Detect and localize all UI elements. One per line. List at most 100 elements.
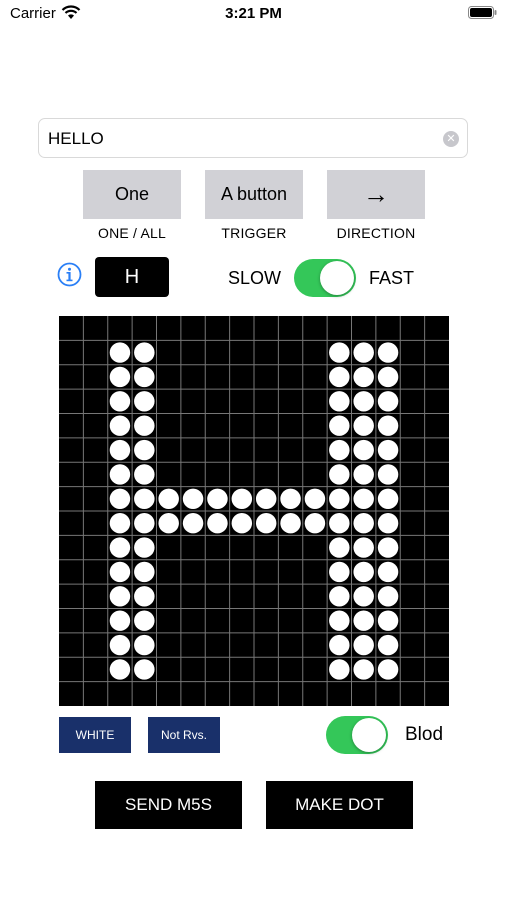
matrix-dot[interactable] xyxy=(134,512,155,534)
matrix-dot[interactable] xyxy=(377,488,399,510)
matrix-dot[interactable] xyxy=(353,512,374,534)
matrix-dot[interactable] xyxy=(207,488,228,510)
matrix-dot[interactable] xyxy=(109,610,131,631)
matrix-dot[interactable] xyxy=(231,488,253,510)
bold-toggle[interactable] xyxy=(326,716,388,754)
matrix-dot[interactable] xyxy=(329,634,350,656)
matrix-dot[interactable] xyxy=(109,391,131,412)
matrix-dot[interactable] xyxy=(182,512,204,534)
matrix-dot[interactable] xyxy=(207,512,228,534)
matrix-dot[interactable] xyxy=(377,439,399,461)
matrix-dot[interactable] xyxy=(353,488,374,510)
matrix-dot[interactable] xyxy=(109,464,131,485)
matrix-dot[interactable] xyxy=(353,391,374,412)
matrix-dot[interactable] xyxy=(134,561,155,583)
matrix-dot[interactable] xyxy=(329,439,350,461)
matrix-dot[interactable] xyxy=(329,415,350,436)
matrix-dot[interactable] xyxy=(304,512,326,534)
matrix-dot[interactable] xyxy=(329,366,350,388)
speed-toggle[interactable] xyxy=(294,259,356,297)
matrix-dot[interactable] xyxy=(109,512,131,534)
matrix-dot[interactable] xyxy=(329,464,350,485)
matrix-dot[interactable] xyxy=(109,634,131,656)
current-char-display[interactable]: H xyxy=(95,257,169,297)
matrix-dot[interactable] xyxy=(255,512,277,534)
matrix-dot[interactable] xyxy=(377,561,399,583)
matrix-dot[interactable] xyxy=(304,488,326,510)
matrix-dot[interactable] xyxy=(329,586,350,607)
matrix-dot[interactable] xyxy=(329,659,350,680)
matrix-dot[interactable] xyxy=(377,391,399,412)
matrix-dot[interactable] xyxy=(329,537,350,558)
dot-matrix-grid[interactable] xyxy=(59,316,449,706)
send-m5s-button[interactable]: SEND M5S xyxy=(95,781,242,829)
make-dot-button[interactable]: MAKE DOT xyxy=(266,781,413,829)
dot-matrix[interactable] xyxy=(59,316,449,706)
matrix-dot[interactable] xyxy=(109,561,131,583)
reverse-button[interactable]: Not Rvs. xyxy=(148,717,220,753)
matrix-dot[interactable] xyxy=(134,488,155,510)
matrix-dot[interactable] xyxy=(109,366,131,388)
matrix-dot[interactable] xyxy=(353,634,374,656)
matrix-dot[interactable] xyxy=(134,586,155,607)
matrix-dot[interactable] xyxy=(377,537,399,558)
matrix-dot[interactable] xyxy=(134,342,155,363)
matrix-dot[interactable] xyxy=(255,488,277,510)
direction-button[interactable]: → xyxy=(327,170,425,219)
matrix-dot[interactable] xyxy=(134,610,155,631)
matrix-dot[interactable] xyxy=(134,391,155,412)
clear-icon[interactable]: ✕ xyxy=(443,131,459,147)
matrix-dot[interactable] xyxy=(377,610,399,631)
matrix-dot[interactable] xyxy=(329,561,350,583)
matrix-dot[interactable] xyxy=(353,561,374,583)
message-input[interactable]: HELLO ✕ xyxy=(38,118,468,158)
matrix-dot[interactable] xyxy=(134,537,155,558)
matrix-dot[interactable] xyxy=(134,439,155,461)
matrix-dot[interactable] xyxy=(329,610,350,631)
matrix-dot[interactable] xyxy=(329,391,350,412)
matrix-dot[interactable] xyxy=(377,366,399,388)
matrix-dot[interactable] xyxy=(329,488,350,510)
matrix-dot[interactable] xyxy=(109,586,131,607)
matrix-dot[interactable] xyxy=(280,488,301,510)
matrix-dot[interactable] xyxy=(353,586,374,607)
matrix-dot[interactable] xyxy=(353,415,374,436)
matrix-dot[interactable] xyxy=(134,415,155,436)
matrix-dot[interactable] xyxy=(353,366,374,388)
matrix-dot[interactable] xyxy=(377,464,399,485)
matrix-dot[interactable] xyxy=(353,610,374,631)
matrix-dot[interactable] xyxy=(109,488,131,510)
color-button[interactable]: WHITE xyxy=(59,717,131,753)
matrix-dot[interactable] xyxy=(280,512,301,534)
matrix-dot[interactable] xyxy=(329,342,350,363)
matrix-dot[interactable] xyxy=(329,512,350,534)
matrix-dot[interactable] xyxy=(377,342,399,363)
matrix-dot[interactable] xyxy=(377,586,399,607)
matrix-dot[interactable] xyxy=(109,659,131,680)
matrix-dot[interactable] xyxy=(377,634,399,656)
matrix-dot[interactable] xyxy=(353,439,374,461)
matrix-dot[interactable] xyxy=(353,659,374,680)
matrix-dot[interactable] xyxy=(134,366,155,388)
matrix-dot[interactable] xyxy=(231,512,253,534)
one-all-button[interactable]: One xyxy=(83,170,181,219)
matrix-dot[interactable] xyxy=(109,342,131,363)
matrix-dot[interactable] xyxy=(134,634,155,656)
matrix-dot[interactable] xyxy=(109,537,131,558)
matrix-dot[interactable] xyxy=(109,415,131,436)
matrix-dot[interactable] xyxy=(353,342,374,363)
info-circle-icon[interactable] xyxy=(57,262,82,287)
matrix-dot[interactable] xyxy=(353,464,374,485)
matrix-dot[interactable] xyxy=(134,464,155,485)
message-input-value[interactable]: HELLO xyxy=(48,129,104,149)
trigger-button[interactable]: A button xyxy=(205,170,303,219)
matrix-dot[interactable] xyxy=(158,488,179,510)
matrix-dot[interactable] xyxy=(377,415,399,436)
matrix-dot[interactable] xyxy=(377,659,399,680)
matrix-dot[interactable] xyxy=(134,659,155,680)
matrix-dot[interactable] xyxy=(377,512,399,534)
matrix-dot[interactable] xyxy=(109,439,131,461)
matrix-dot[interactable] xyxy=(182,488,204,510)
matrix-dot[interactable] xyxy=(353,537,374,558)
matrix-dot[interactable] xyxy=(158,512,179,534)
